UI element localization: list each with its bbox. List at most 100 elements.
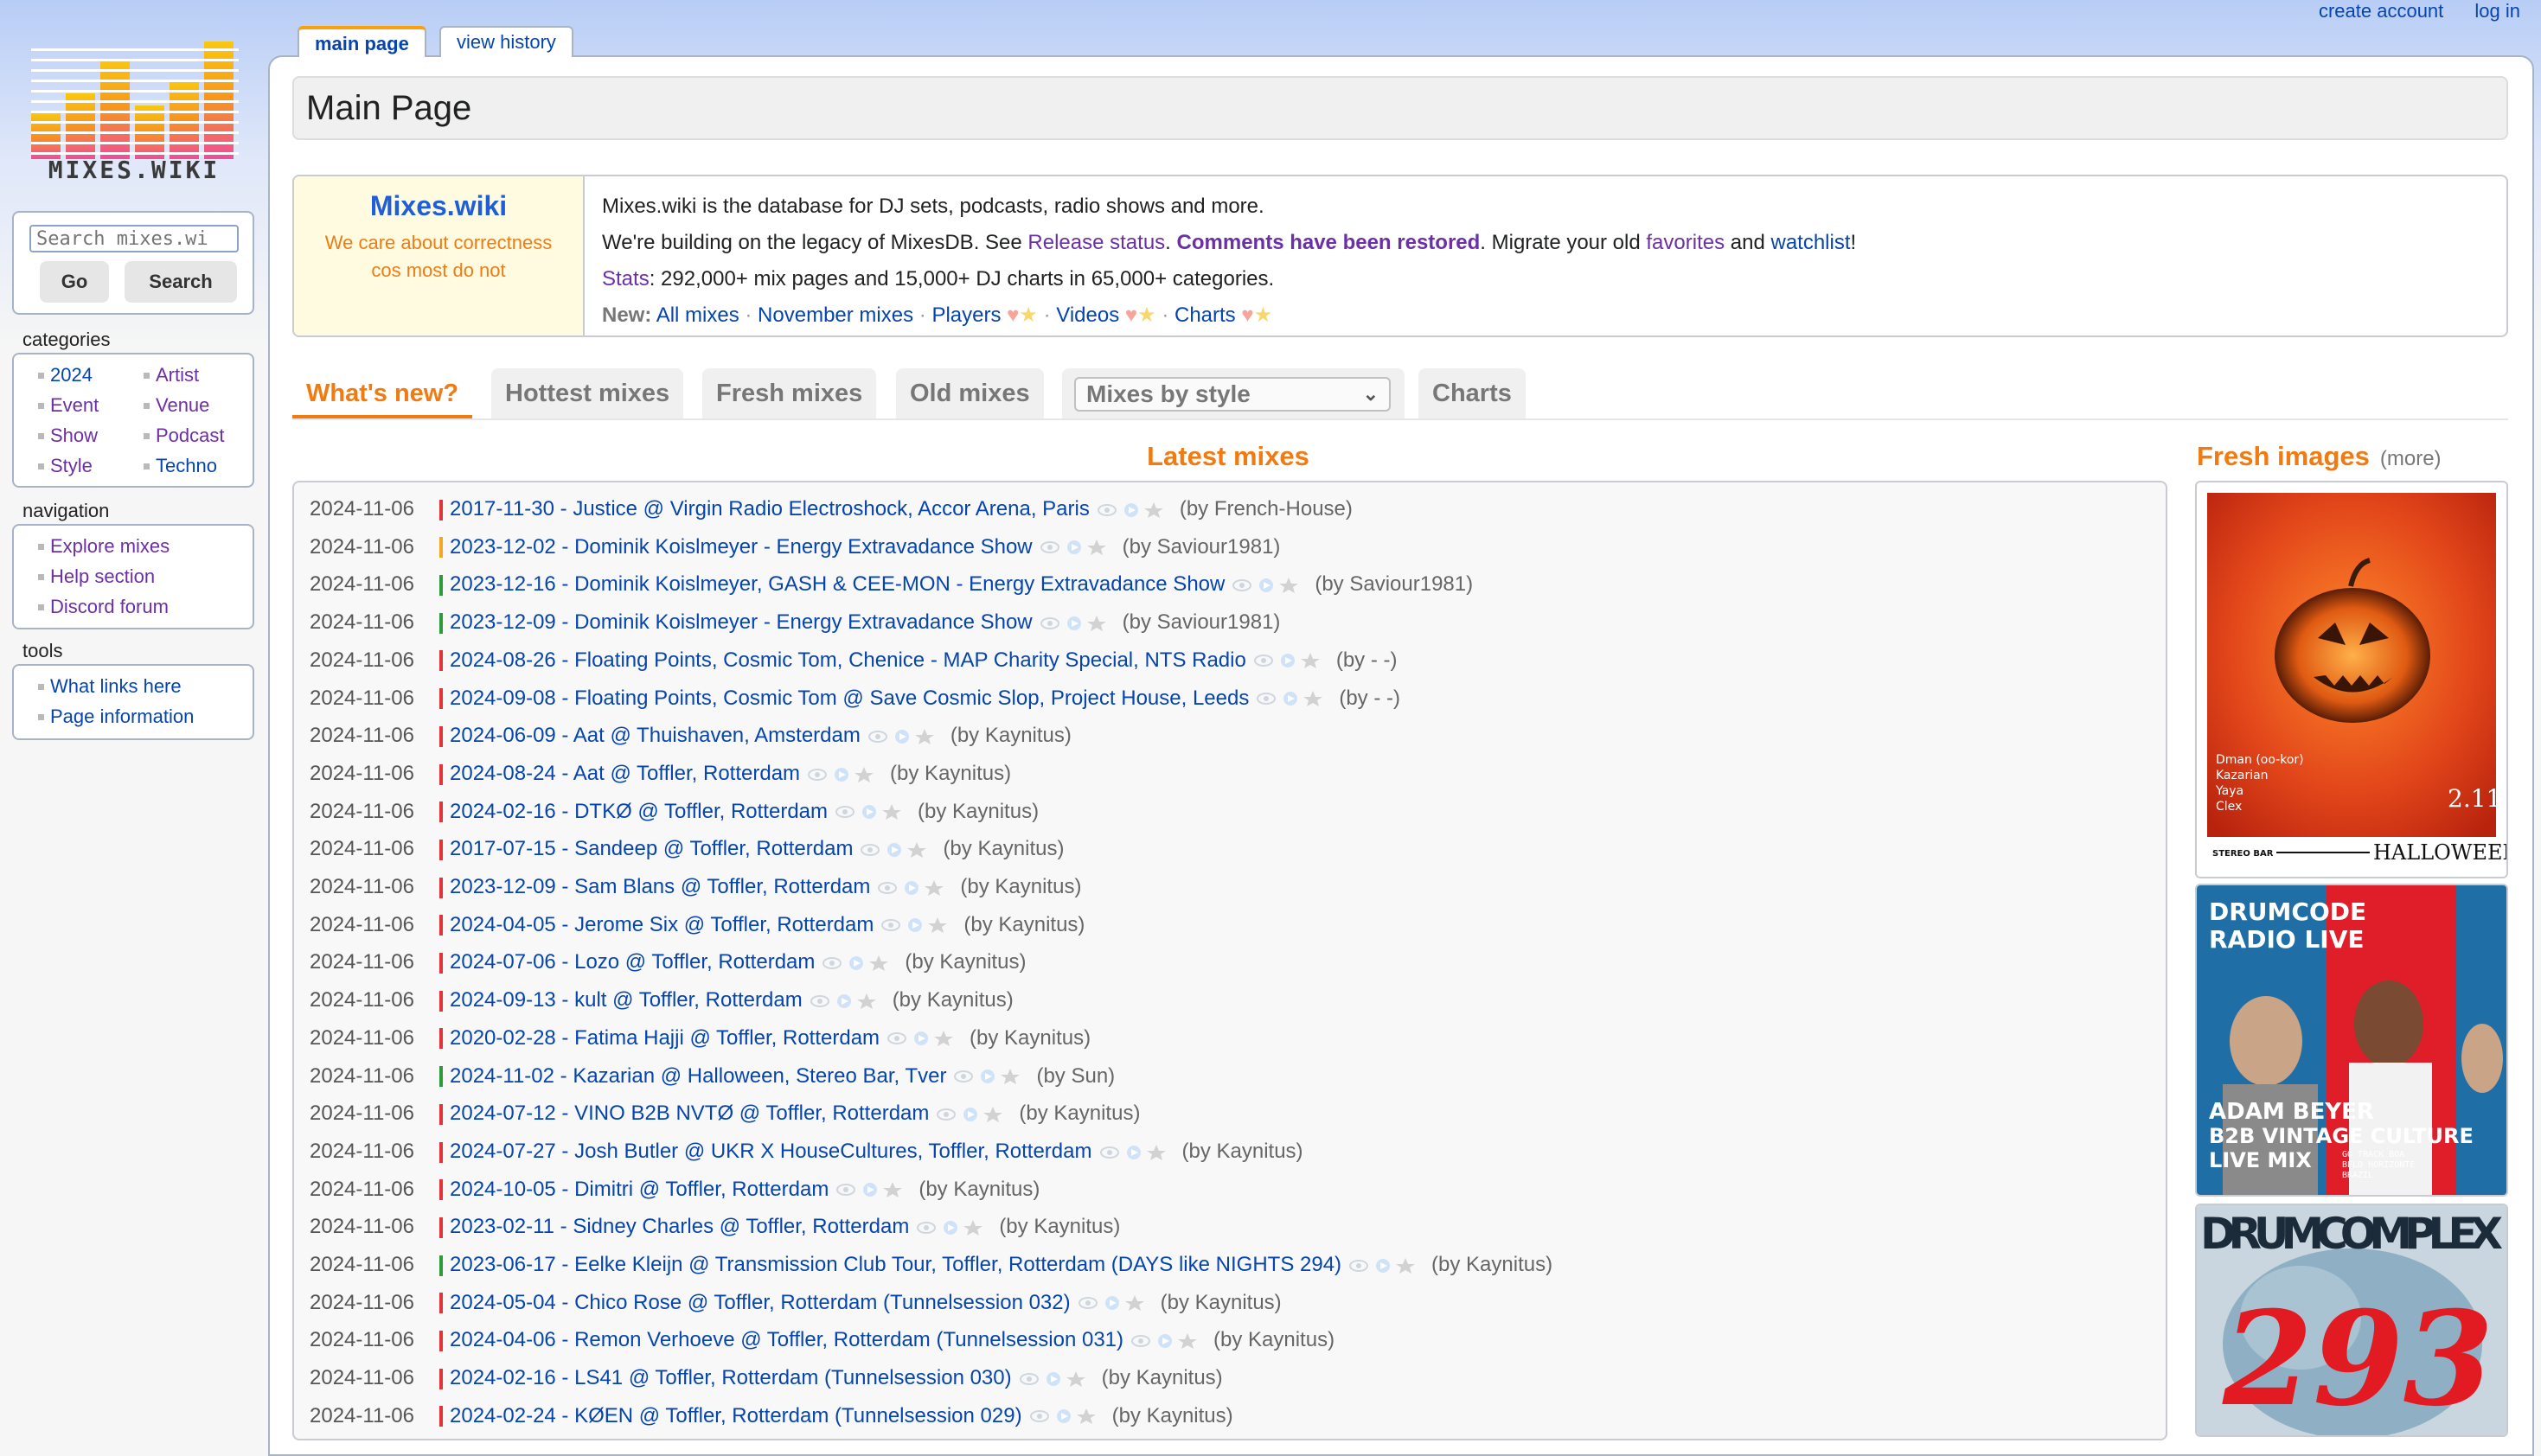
intro-box: Mixes.wiki We care about correctness cos… bbox=[292, 175, 2508, 337]
mix-status-icons bbox=[1232, 578, 1299, 594]
personal-tools: create account log in bbox=[2293, 0, 2520, 22]
site-name: Mixes.wiki bbox=[369, 190, 508, 221]
logo-wordmark: MIXES.WIKI bbox=[48, 156, 221, 184]
mix-author: (by Kaynitus) bbox=[890, 761, 1012, 785]
release-status-link[interactable]: Release status bbox=[1027, 231, 1165, 254]
mix-status-bar bbox=[439, 1293, 443, 1314]
mix-title-link[interactable]: 2024-04-05 - Jerome Six @ Toffler, Rotte… bbox=[450, 913, 874, 936]
login-link[interactable]: log in bbox=[2474, 0, 2520, 22]
mix-row: 2024-11-06 2023-12-09 - Sam Blans @ Toffl… bbox=[310, 871, 1081, 904]
mix-title-link[interactable]: 2023-12-02 - Dominik Koislmeyer - Energy… bbox=[450, 535, 1033, 559]
mix-row: 2024-11-06 2024-05-04 - Chico Rose @ Toff… bbox=[310, 1287, 1282, 1319]
style-select[interactable]: Mixes by style ⌄ bbox=[1074, 377, 1391, 412]
mix-title-link[interactable]: 2024-08-26 - Floating Points, Cosmic Tom… bbox=[450, 648, 1246, 672]
tab-hottest-mixes[interactable]: Hottest mixes bbox=[491, 368, 684, 418]
star-icon: ★ bbox=[1253, 303, 1273, 327]
more-images-link[interactable]: (more) bbox=[2380, 447, 2442, 470]
mix-title-link[interactable]: 2020-02-28 - Fatima Hajji @ Toffler, Rot… bbox=[450, 1026, 880, 1050]
mix-title-link[interactable]: 2024-11-02 - Kazarian @ Halloween, Stere… bbox=[450, 1064, 946, 1088]
mix-title-link[interactable]: 2024-02-24 - KØEN @ Toffler, Rotterdam (… bbox=[450, 1404, 1022, 1427]
stats-link[interactable]: Stats bbox=[602, 267, 650, 291]
mix-title-link[interactable]: 2024-02-16 - LS41 @ Toffler, Rotterdam (… bbox=[450, 1366, 1012, 1389]
mix-title-link[interactable]: 2024-05-04 - Chico Rose @ Toffler, Rotte… bbox=[450, 1291, 1071, 1314]
tab-whats-new[interactable]: What's new? bbox=[292, 368, 473, 418]
mix-title-link[interactable]: 2023-06-17 - Eelke Kleijn @ Transmission… bbox=[450, 1253, 1341, 1276]
mix-date: 2024-11-06 bbox=[310, 572, 414, 597]
poster-drumcode-1: DRUMCODE bbox=[2209, 897, 2366, 926]
mix-status-bar bbox=[439, 990, 443, 1012]
mix-status-bar bbox=[439, 688, 443, 710]
mix-title-link[interactable]: 2024-09-13 - kult @ Toffler, Rotterdam bbox=[450, 988, 803, 1012]
tab-main-page[interactable]: main page bbox=[298, 26, 426, 57]
mix-row: 2024-11-06 2024-04-05 - Jerome Six @ Toff… bbox=[310, 909, 1085, 942]
mix-status-bar bbox=[439, 1066, 443, 1088]
site-logo[interactable]: MIXES.WIKI bbox=[28, 42, 240, 188]
videos-link[interactable]: Videos bbox=[1056, 303, 1119, 327]
mix-status-icons bbox=[861, 841, 927, 858]
mix-author: (by Kaynitus) bbox=[918, 1177, 1040, 1201]
mix-row: 2024-11-06 2020-02-28 - Fatima Hajji @ To… bbox=[310, 1022, 1091, 1055]
category-podcast-link[interactable]: Podcast bbox=[144, 420, 256, 450]
mix-title-link[interactable]: 2023-12-09 - Dominik Koislmeyer - Energy… bbox=[450, 610, 1033, 634]
mix-title-link[interactable]: 2017-11-30 - Justice @ Virgin Radio Elec… bbox=[450, 497, 1090, 520]
mix-status-icons bbox=[1099, 1144, 1166, 1160]
mix-author: (by Kaynitus) bbox=[963, 912, 1085, 936]
tab-fresh-mixes[interactable]: Fresh mixes bbox=[702, 368, 877, 418]
discord-forum-link[interactable]: Discord forum bbox=[38, 591, 253, 622]
category-show-link[interactable]: Show bbox=[38, 420, 144, 450]
poster-lineup-4: Clex bbox=[2216, 800, 2242, 814]
mix-title-link[interactable]: 2017-07-15 - Sandeep @ Toffler, Rotterda… bbox=[450, 837, 853, 860]
page-information-link[interactable]: Page information bbox=[38, 701, 253, 731]
create-account-link[interactable]: create account bbox=[2319, 0, 2443, 22]
mix-author: (by - -) bbox=[1335, 648, 1398, 672]
comments-restored-link[interactable]: Comments have been restored bbox=[1177, 231, 1481, 254]
what-links-here-link[interactable]: What links here bbox=[38, 671, 253, 701]
fresh-image-drumcode[interactable]: DRUMCODE RADIO LIVE ADAM BEYER B2B VINTA… bbox=[2195, 884, 2508, 1197]
mix-title-link[interactable]: 2024-06-09 - Aat @ Thuishaven, Amsterdam bbox=[450, 724, 861, 747]
poster-lineup-1: Dman (oo-kor) bbox=[2216, 753, 2304, 767]
fresh-image-halloween[interactable]: Dman (oo-kor) Kazarian Yaya Clex 2.11 ST… bbox=[2195, 481, 2508, 878]
mix-author: (by Kaynitus) bbox=[1111, 1403, 1233, 1427]
category-style-link[interactable]: Style bbox=[38, 450, 144, 481]
mix-title-link[interactable]: 2024-10-05 - Dimitri @ Toffler, Rotterda… bbox=[450, 1178, 829, 1201]
all-mixes-link[interactable]: All mixes bbox=[656, 303, 739, 327]
mix-status-icons bbox=[937, 1106, 1003, 1122]
players-link[interactable]: Players bbox=[931, 303, 1001, 327]
category-venue-link[interactable]: Venue bbox=[144, 390, 256, 420]
november-mixes-link[interactable]: November mixes bbox=[758, 303, 913, 327]
charts-link[interactable]: Charts bbox=[1174, 303, 1236, 327]
mix-status-bar bbox=[439, 1141, 443, 1163]
mix-title-link[interactable]: 2024-08-24 - Aat @ Toffler, Rotterdam bbox=[450, 762, 800, 785]
mix-title-link[interactable]: 2023-02-11 - Sidney Charles @ Toffler, R… bbox=[450, 1215, 909, 1238]
mix-date: 2024-11-06 bbox=[310, 1177, 414, 1201]
mix-author: (by Kaynitus) bbox=[970, 1025, 1091, 1050]
mix-title-link[interactable]: 2023-12-09 - Sam Blans @ Toffler, Rotter… bbox=[450, 875, 870, 898]
category-event-link[interactable]: Event bbox=[38, 390, 144, 420]
category-artist-link[interactable]: Artist bbox=[144, 360, 256, 390]
mix-author: (by Saviour1981) bbox=[1122, 534, 1281, 559]
search-button[interactable]: Search bbox=[125, 261, 237, 303]
mix-title-link[interactable]: 2023-12-16 - Dominik Koislmeyer, GASH & … bbox=[450, 572, 1225, 596]
mix-title-link[interactable]: 2024-07-06 - Lozo @ Toffler, Rotterdam bbox=[450, 950, 815, 974]
intro-line-2: We're building on the legacy of MixesDB.… bbox=[602, 231, 1857, 254]
watchlist-link[interactable]: watchlist bbox=[1770, 231, 1850, 254]
go-button[interactable]: Go bbox=[40, 261, 109, 303]
tab-old-mixes[interactable]: Old mixes bbox=[896, 368, 1044, 418]
tab-charts[interactable]: Charts bbox=[1418, 368, 1526, 418]
mix-title-link[interactable]: 2024-02-16 - DTKØ @ Toffler, Rotterdam bbox=[450, 800, 828, 823]
fresh-image-drumcomplex[interactable]: DRUMCOMPLEX 293 bbox=[2195, 1204, 2508, 1437]
help-section-link[interactable]: Help section bbox=[38, 561, 253, 591]
mix-status-icons bbox=[810, 993, 876, 1009]
category-techno-link[interactable]: Techno bbox=[144, 450, 256, 481]
tab-view-history[interactable]: view history bbox=[439, 26, 573, 57]
mix-title-link[interactable]: 2024-09-08 - Floating Points, Cosmic Tom… bbox=[450, 686, 1249, 710]
category-2024-link[interactable]: 2024 bbox=[38, 360, 144, 390]
mix-status-icons bbox=[867, 728, 934, 744]
search-input[interactable] bbox=[29, 225, 239, 252]
mix-date: 2024-11-06 bbox=[310, 799, 414, 823]
mix-title-link[interactable]: 2024-07-27 - Josh Butler @ UKR X HouseCu… bbox=[450, 1140, 1092, 1163]
explore-mixes-link[interactable]: Explore mixes bbox=[38, 531, 253, 561]
mix-title-link[interactable]: 2024-07-12 - VINO B2B NVTØ @ Toffler, Ro… bbox=[450, 1102, 929, 1125]
mix-title-link[interactable]: 2024-04-06 - Remon Verhoeve @ Toffler, R… bbox=[450, 1328, 1123, 1351]
favorites-link[interactable]: favorites bbox=[1646, 231, 1725, 254]
